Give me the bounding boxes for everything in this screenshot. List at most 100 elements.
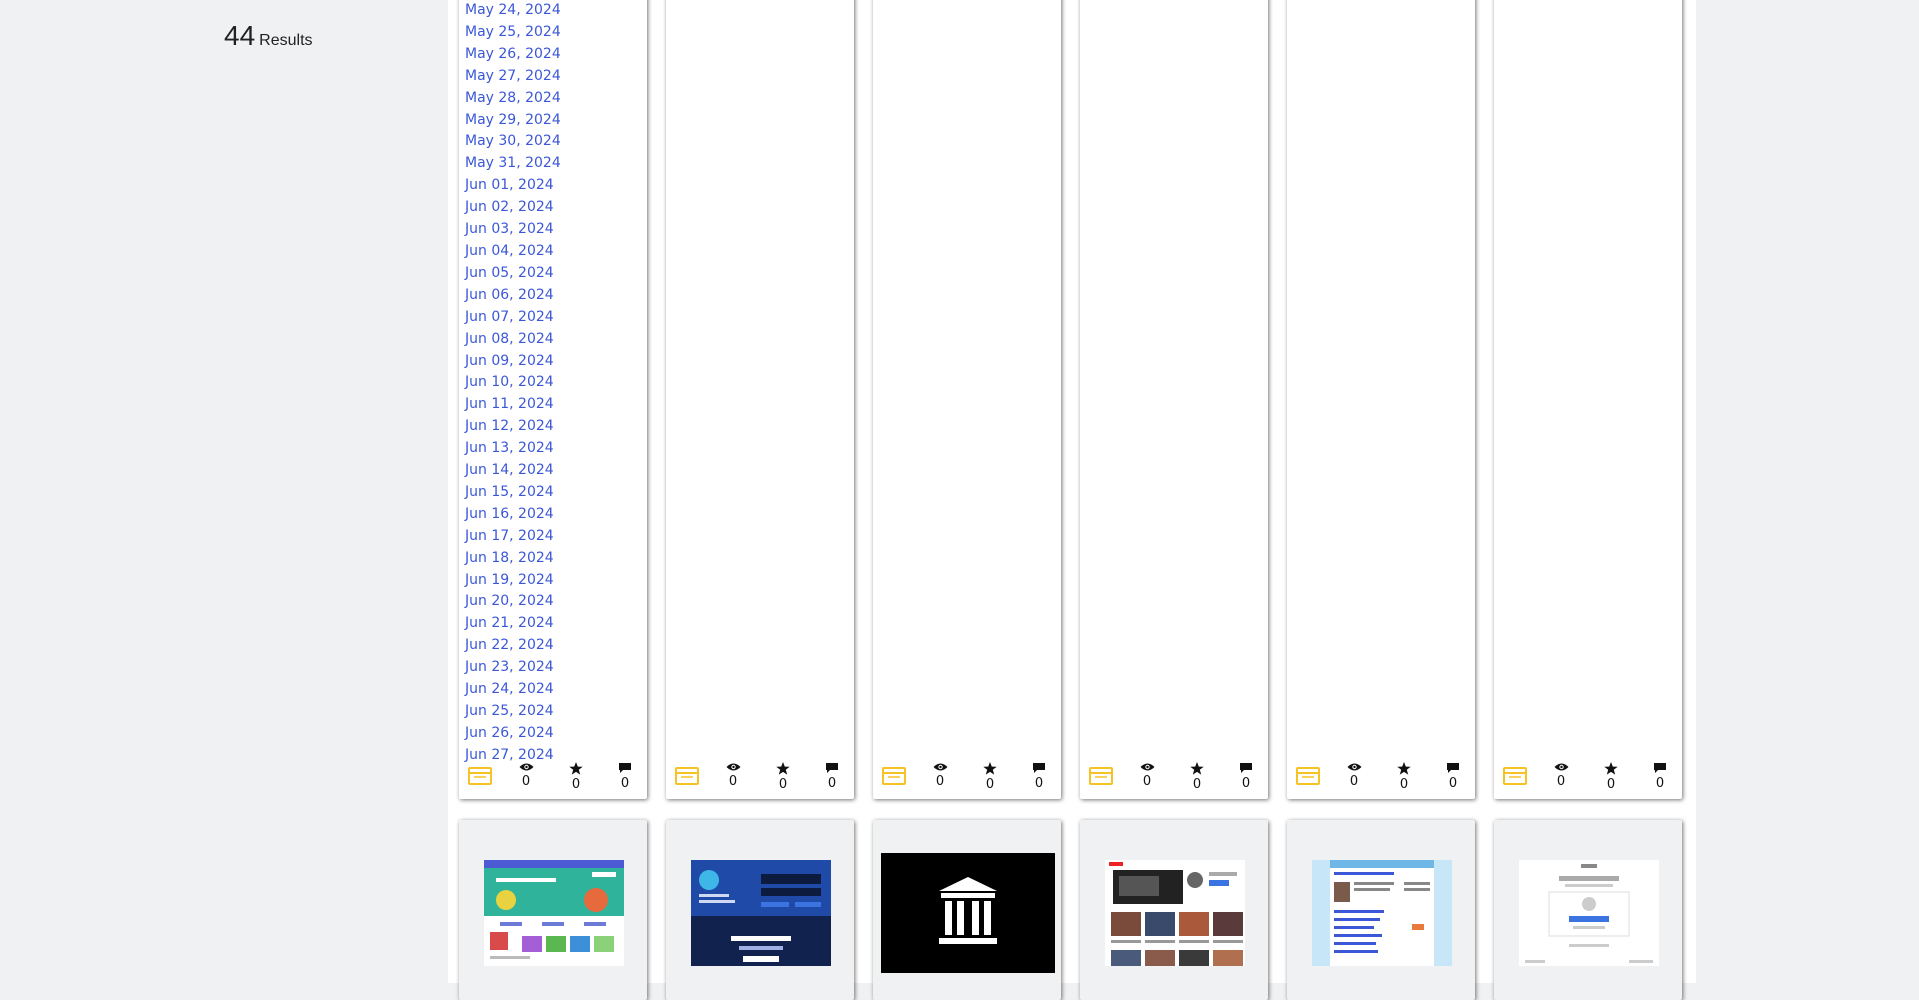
comment-icon [1024, 762, 1054, 774]
capture-date-link[interactable]: Jun 15, 2024 [465, 482, 561, 504]
result-card[interactable] [1494, 820, 1682, 1000]
result-card[interactable]: 0 0 0 [1080, 0, 1268, 799]
capture-date-link[interactable]: Jun 24, 2024 [465, 679, 561, 701]
thumbnail-image[interactable] [484, 860, 624, 966]
capture-date-link[interactable]: Jun 07, 2024 [465, 307, 561, 329]
capture-date-link[interactable]: Jun 08, 2024 [465, 329, 561, 351]
eye-icon [1132, 762, 1162, 772]
result-card[interactable] [873, 820, 1061, 1000]
capture-date-link[interactable]: Jun 26, 2024 [465, 723, 561, 745]
comments-stat: 0 [1645, 762, 1675, 791]
comments-stat: 0 [817, 762, 847, 791]
result-card[interactable]: 0 0 0 [666, 0, 854, 799]
star-icon [1596, 762, 1626, 775]
card-footer: 0 0 0 [459, 757, 647, 799]
capture-date-link[interactable]: Jun 02, 2024 [465, 197, 561, 219]
favorites-count: 0 [1606, 777, 1616, 792]
capture-date-link[interactable]: May 31, 2024 [465, 153, 561, 175]
web-archive-icon [1089, 767, 1113, 785]
comments-count: 0 [827, 776, 837, 791]
capture-date-link[interactable]: May 25, 2024 [465, 22, 561, 44]
capture-date-link[interactable]: May 29, 2024 [465, 110, 561, 132]
capture-date-link[interactable]: Jun 23, 2024 [465, 657, 561, 679]
comment-icon [610, 762, 640, 774]
star-icon [768, 762, 798, 775]
views-stat: 0 [1339, 762, 1369, 789]
views-count: 0 [1556, 774, 1566, 789]
result-card[interactable]: May 24, 2024 May 25, 2024 May 26, 2024 May … [459, 0, 647, 799]
eye-icon [511, 762, 541, 772]
results-count: 44 Results [224, 20, 313, 52]
capture-date-link[interactable]: Jun 16, 2024 [465, 504, 561, 526]
capture-date-link[interactable]: Jun 14, 2024 [465, 460, 561, 482]
star-icon [975, 762, 1005, 775]
comment-icon [1438, 762, 1468, 774]
views-count: 0 [1349, 774, 1359, 789]
result-card[interactable]: 0 0 0 [1287, 0, 1475, 799]
web-archive-icon [1296, 767, 1320, 785]
views-count: 0 [521, 774, 531, 789]
thumbnail-image[interactable] [881, 853, 1055, 973]
result-card[interactable] [1287, 820, 1475, 1000]
web-archive-icon [675, 767, 699, 785]
capture-date-link[interactable]: May 24, 2024 [465, 0, 561, 22]
thumbnail-image[interactable] [691, 860, 831, 966]
comment-icon [817, 762, 847, 774]
results-number: 44 [224, 20, 256, 51]
capture-date-link[interactable]: Jun 10, 2024 [465, 372, 561, 394]
capture-date-link[interactable]: Jun 19, 2024 [465, 570, 561, 592]
favorites-stat: 0 [561, 762, 591, 792]
thumbnail-image[interactable] [1519, 860, 1659, 966]
star-icon [561, 762, 591, 775]
eye-icon [1546, 762, 1576, 772]
comments-stat: 0 [1024, 762, 1054, 791]
favorites-count: 0 [571, 777, 581, 792]
capture-date-link[interactable]: Jun 22, 2024 [465, 635, 561, 657]
result-card[interactable] [459, 820, 647, 1000]
capture-date-link[interactable]: Jun 25, 2024 [465, 701, 561, 723]
capture-date-link[interactable]: May 26, 2024 [465, 44, 561, 66]
capture-date-link[interactable]: Jun 18, 2024 [465, 548, 561, 570]
capture-date-link[interactable]: Jun 09, 2024 [465, 351, 561, 373]
capture-date-link[interactable]: Jun 12, 2024 [465, 416, 561, 438]
star-icon [1389, 762, 1419, 775]
comments-count: 0 [1655, 776, 1665, 791]
capture-date-link[interactable]: May 27, 2024 [465, 66, 561, 88]
capture-date-link[interactable]: Jun 21, 2024 [465, 613, 561, 635]
comments-count: 0 [1241, 776, 1251, 791]
favorites-stat: 0 [1182, 762, 1212, 792]
capture-date-link[interactable]: Jun 17, 2024 [465, 526, 561, 548]
views-count: 0 [728, 774, 738, 789]
comment-icon [1645, 762, 1675, 774]
capture-date-link[interactable]: Jun 11, 2024 [465, 394, 561, 416]
capture-date-link[interactable]: Jun 04, 2024 [465, 241, 561, 263]
capture-date-link[interactable]: Jun 01, 2024 [465, 175, 561, 197]
favorites-stat: 0 [768, 762, 798, 792]
thumbnail-image[interactable] [1105, 860, 1245, 966]
result-card[interactable]: 0 0 0 [1494, 0, 1682, 799]
thumbnail-image[interactable] [1312, 860, 1452, 966]
favorites-count: 0 [778, 777, 788, 792]
eye-icon [718, 762, 748, 772]
favorites-count: 0 [1399, 777, 1409, 792]
comments-count: 0 [620, 776, 630, 791]
card-footer: 0 0 0 [666, 757, 854, 799]
web-archive-icon [468, 767, 492, 785]
result-card[interactable] [1080, 820, 1268, 1000]
views-count: 0 [1142, 774, 1152, 789]
result-card[interactable]: 0 0 0 [873, 0, 1061, 799]
card-footer: 0 0 0 [873, 757, 1061, 799]
card-footer: 0 0 0 [1287, 757, 1475, 799]
views-count: 0 [935, 774, 945, 789]
capture-date-link[interactable]: May 28, 2024 [465, 88, 561, 110]
favorites-count: 0 [985, 777, 995, 792]
result-card[interactable] [666, 820, 854, 1000]
views-stat: 0 [1546, 762, 1576, 789]
capture-date-link[interactable]: Jun 03, 2024 [465, 219, 561, 241]
capture-date-link[interactable]: Jun 06, 2024 [465, 285, 561, 307]
favorites-count: 0 [1192, 777, 1202, 792]
capture-date-link[interactable]: Jun 20, 2024 [465, 591, 561, 613]
capture-date-link[interactable]: May 30, 2024 [465, 131, 561, 153]
capture-date-link[interactable]: Jun 05, 2024 [465, 263, 561, 285]
capture-date-link[interactable]: Jun 13, 2024 [465, 438, 561, 460]
